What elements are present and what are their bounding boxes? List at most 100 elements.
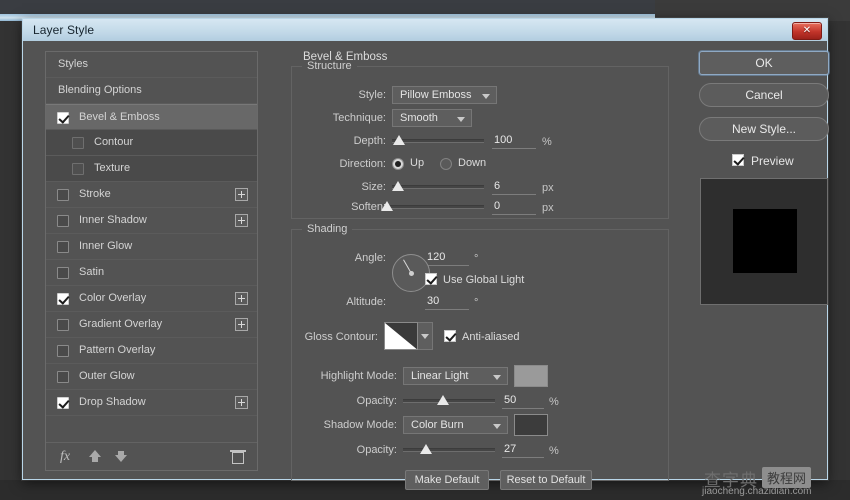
- shadow-opacity-unit: %: [549, 445, 559, 457]
- layer-style-dialog: Layer Style ✕ Styles Blending Options Beve…: [22, 18, 829, 490]
- effect-checkbox[interactable]: [57, 241, 69, 253]
- dialog-titlebar[interactable]: Layer Style ✕: [23, 19, 827, 41]
- ok-button[interactable]: OK: [699, 51, 829, 75]
- depth-label: Depth:: [353, 135, 386, 147]
- effect-checkbox[interactable]: [57, 345, 69, 357]
- highlight-opacity-slider[interactable]: [403, 392, 495, 408]
- effect-checkbox[interactable]: [57, 112, 69, 124]
- depth-input[interactable]: 100: [492, 133, 536, 149]
- direction-up-radio[interactable]: [392, 158, 404, 170]
- dialog-body: Styles Blending Options Bevel & Emboss Cont…: [23, 41, 829, 490]
- highlight-opacity-label: Opacity:: [356, 395, 397, 407]
- sidebar-item-color-overlay[interactable]: Color Overlay: [46, 286, 257, 312]
- add-effect-icon[interactable]: [235, 188, 248, 201]
- effect-checkbox[interactable]: [57, 267, 69, 279]
- preview-row: Preview: [699, 151, 829, 171]
- soften-slider[interactable]: [380, 198, 484, 214]
- make-default-button[interactable]: Make Default: [405, 470, 489, 490]
- size-slider[interactable]: [392, 178, 484, 194]
- gloss-contour-swatch[interactable]: [384, 322, 418, 350]
- watermark-badge: 教程网: [762, 467, 812, 488]
- sidebar-item-texture[interactable]: Texture: [46, 156, 257, 182]
- highlight-color-swatch[interactable]: [514, 365, 548, 387]
- highlight-opacity-knob[interactable]: [436, 395, 449, 405]
- depth-slider-knob[interactable]: [393, 135, 406, 145]
- sidebar-item-stroke[interactable]: Stroke: [46, 182, 257, 208]
- sidebar-item-label: Gradient Overlay: [79, 318, 163, 330]
- direction-down-radio[interactable]: [440, 158, 452, 170]
- effect-checkbox[interactable]: [57, 397, 69, 409]
- sidebar-item-styles[interactable]: Styles: [46, 52, 257, 78]
- depth-value: 100: [494, 134, 513, 146]
- direction-label: Direction:: [339, 158, 386, 170]
- shadow-mode-select[interactable]: Color Burn: [403, 416, 508, 434]
- angle-label: Angle:: [354, 252, 386, 264]
- reset-to-default-button[interactable]: Reset to Default: [500, 470, 592, 490]
- direction-up-label: Up: [410, 157, 425, 169]
- add-effect-icon[interactable]: [235, 318, 248, 331]
- effect-checkbox[interactable]: [72, 163, 84, 175]
- effect-checkbox[interactable]: [72, 137, 84, 149]
- chevron-down-icon: [493, 375, 501, 380]
- anti-aliased-checkbox[interactable]: [444, 330, 456, 342]
- watermark-url: jiaocheng.chazidian.com: [702, 486, 812, 497]
- effect-checkbox[interactable]: [57, 319, 69, 331]
- sidebar-item-satin[interactable]: Satin: [46, 260, 257, 286]
- gloss-contour-dropdown[interactable]: [418, 322, 433, 350]
- sidebar-item-outer-glow[interactable]: Outer Glow: [46, 364, 257, 390]
- new-style-button[interactable]: New Style...: [699, 117, 829, 141]
- sidebar-item-label: Styles: [58, 58, 88, 70]
- highlight-mode-label: Highlight Mode:: [320, 370, 397, 382]
- shadow-opacity-knob[interactable]: [420, 444, 432, 454]
- sidebar-item-blending-options[interactable]: Blending Options: [46, 78, 257, 104]
- size-value: 6: [494, 180, 501, 192]
- sidebar-item-contour[interactable]: Contour: [46, 130, 257, 156]
- close-icon[interactable]: ✕: [792, 22, 822, 40]
- use-global-light-checkbox[interactable]: [425, 273, 437, 285]
- effect-checkbox[interactable]: [57, 371, 69, 383]
- soften-input[interactable]: 0: [492, 199, 536, 215]
- preview-checkbox[interactable]: [732, 154, 744, 166]
- highlight-opacity-input[interactable]: 50: [502, 393, 544, 409]
- effect-checkbox[interactable]: [57, 293, 69, 305]
- altitude-value: 30: [427, 295, 440, 307]
- sidebar-item-inner-shadow[interactable]: Inner Shadow: [46, 208, 257, 234]
- sidebar-item-pattern-overlay[interactable]: Pattern Overlay: [46, 338, 257, 364]
- shadow-color-swatch[interactable]: [514, 414, 548, 436]
- add-effect-icon[interactable]: [235, 396, 248, 409]
- cancel-button[interactable]: Cancel: [699, 83, 829, 107]
- altitude-input[interactable]: 30: [425, 294, 469, 310]
- sidebar-item-drop-shadow[interactable]: Drop Shadow: [46, 390, 257, 416]
- arrow-down-icon[interactable]: [112, 448, 130, 466]
- sidebar-item-label: Inner Glow: [79, 240, 133, 252]
- bevel-emboss-panel: Bevel & Emboss Structure Style: Pillow E…: [291, 51, 669, 490]
- sidebar-item-gradient-overlay[interactable]: Gradient Overlay: [46, 312, 257, 338]
- trash-icon[interactable]: [229, 448, 247, 466]
- depth-slider[interactable]: [392, 132, 484, 148]
- arrow-up-icon[interactable]: [86, 448, 104, 466]
- size-input[interactable]: 6: [492, 179, 536, 195]
- highlight-mode-select[interactable]: Linear Light: [403, 367, 508, 385]
- style-select[interactable]: Pillow Emboss: [392, 86, 497, 104]
- sidebar-item-label: Pattern Overlay: [79, 344, 156, 356]
- soften-slider-knob[interactable]: [380, 201, 393, 211]
- highlight-opacity-value: 50: [504, 394, 517, 406]
- shadow-opacity-input[interactable]: 27: [502, 442, 544, 458]
- shading-legend: Shading: [302, 223, 353, 235]
- sidebar-item-inner-glow[interactable]: Inner Glow: [46, 234, 257, 260]
- add-effect-icon[interactable]: [235, 292, 248, 305]
- preview-label: Preview: [751, 154, 794, 168]
- angle-input[interactable]: 120: [425, 250, 469, 266]
- size-slider-knob[interactable]: [392, 181, 405, 191]
- shadow-opacity-slider[interactable]: [403, 441, 495, 457]
- technique-select[interactable]: Smooth: [392, 109, 472, 127]
- sidebar-item-bevel-emboss[interactable]: Bevel & Emboss: [46, 104, 257, 130]
- dialog-title: Layer Style: [33, 23, 95, 37]
- add-effect-icon[interactable]: [235, 214, 248, 227]
- use-global-light-label: Use Global Light: [443, 274, 525, 286]
- soften-unit: px: [542, 202, 554, 214]
- sidebar-item-label: Texture: [94, 162, 131, 174]
- effect-checkbox[interactable]: [57, 189, 69, 201]
- effect-checkbox[interactable]: [57, 215, 69, 227]
- fx-icon[interactable]: fx: [56, 448, 74, 466]
